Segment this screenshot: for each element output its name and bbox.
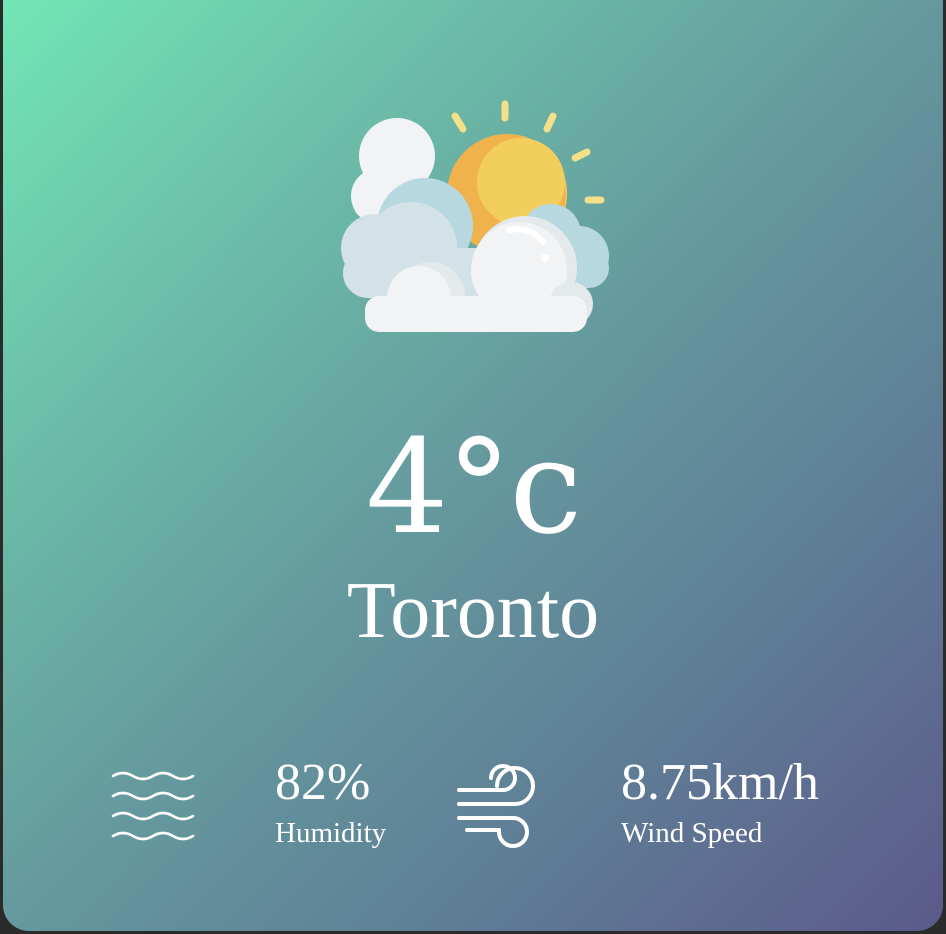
temperature: 4°c — [365, 411, 583, 563]
wind-speed-value: 8.75km/h — [621, 754, 819, 811]
wind-icon — [457, 764, 535, 848]
wind-speed-label: Wind Speed — [621, 817, 763, 849]
humidity-label: Humidity — [275, 817, 387, 849]
water-waves-icon — [111, 771, 195, 841]
weather-card: 4°c Toronto 82% Humidity 8.75km/h Wind S… — [3, 0, 943, 931]
partly-cloudy-sun-icon — [341, 100, 609, 332]
city-name: Toronto — [346, 567, 600, 655]
humidity-value: 82% — [275, 754, 371, 811]
